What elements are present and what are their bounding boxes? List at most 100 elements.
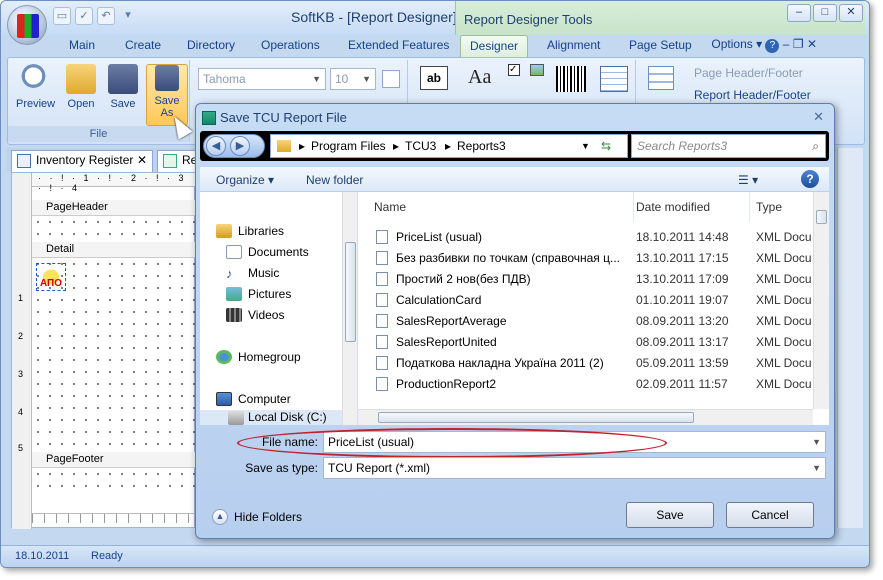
barcode-control-icon[interactable] [556, 66, 586, 92]
horizontal-scroll-thumb[interactable] [378, 412, 694, 423]
dialog-close-button[interactable]: ✕ [813, 109, 824, 125]
column-header-date-modified[interactable]: Date modified [634, 192, 750, 222]
search-input[interactable]: Search Reports3 ⌕ [631, 134, 826, 158]
new-folder-button[interactable]: New folder [306, 173, 363, 187]
minimize-button[interactable]: – [787, 4, 811, 22]
nav-item-computer[interactable]: Computer [216, 392, 291, 406]
search-placeholder: Search Reports3 [637, 139, 728, 153]
nav-item-local-disk[interactable]: Local Disk (C:) [200, 410, 342, 425]
nav-item-documents[interactable]: Documents [226, 245, 309, 259]
qat-new-icon[interactable]: ▭ [53, 7, 71, 25]
qat-check-icon[interactable]: ✓ [75, 7, 93, 25]
vertical-scroll-thumb[interactable] [816, 210, 827, 224]
file-row[interactable]: Податкова накладна Україна 2011 (2) 05.09… [358, 353, 813, 374]
file-row[interactable]: Простий 2 нов(без ПДВ) 13.10.2011 17:09 XM… [358, 269, 813, 290]
nav-item-homegroup[interactable]: Homegroup [216, 350, 301, 364]
file-row[interactable]: ProductionReport2 02.09.2011 11:57 XML Doc… [358, 374, 813, 395]
band-detail[interactable]: Detail [32, 242, 196, 258]
picture-control-icon[interactable] [530, 64, 544, 76]
nav-scrollbar[interactable] [342, 192, 357, 425]
cancel-button[interactable]: Cancel [726, 502, 814, 528]
report-header-footer-button[interactable]: Report Header/Footer [694, 88, 811, 102]
save-dialog-button[interactable]: Save [626, 502, 714, 528]
options-menu[interactable]: Options ▾ ? – ❐ ✕ [711, 37, 817, 53]
forward-arrow-icon[interactable]: ▶ [230, 136, 250, 156]
tab-operations[interactable]: Operations [253, 35, 328, 57]
qat-undo-icon[interactable]: ↶ [97, 7, 115, 25]
breadcrumb-separator[interactable]: ▸ [393, 135, 399, 157]
file-row[interactable]: PriceList (usual) 18.10.2011 14:48 XML Doc… [358, 227, 813, 248]
page-header-footer-button[interactable]: Page Header/Footer [694, 66, 803, 80]
tab-designer[interactable]: Designer [460, 35, 528, 57]
band-page-footer[interactable]: PageFooter [32, 452, 196, 468]
tab-extended-features[interactable]: Extended Features [340, 35, 457, 57]
file-row[interactable]: Без разбивки по точкам (справочная ц... 1… [358, 248, 813, 269]
vruler-mark: 1 [18, 293, 24, 303]
nav-scroll-thumb[interactable] [345, 242, 356, 342]
file-name: CalculationCard [396, 293, 482, 307]
chevron-down-icon[interactable]: ▼ [812, 458, 821, 478]
report-designer-canvas[interactable]: 1 2 3 4 5 · · ! · 1 · ! · 2 · ! · 3 · ! … [11, 172, 196, 529]
band-page-header[interactable]: PageHeader [32, 200, 196, 216]
nav-item-music[interactable]: ♪ Music [226, 266, 279, 281]
breadcrumb[interactable]: ▸ Program Files ▸ TCU3 ▸ Reports3 ▼ ⇆ [270, 134, 628, 158]
properties-panel-edge[interactable] [837, 148, 863, 528]
file-row[interactable]: CalculationCard 01.10.2011 19:07 XML Docu [358, 290, 813, 311]
chevron-down-icon[interactable]: ▼ [581, 135, 590, 157]
help-icon[interactable]: ? [801, 170, 819, 188]
qat-dropdown-icon[interactable]: ▾ [119, 7, 137, 25]
column-header-type[interactable]: Type [750, 192, 820, 222]
back-arrow-icon[interactable]: ◀ [206, 136, 226, 156]
font-size-combo[interactable]: 10 ▼ [330, 68, 376, 90]
refresh-icon[interactable]: ⇆ [601, 135, 611, 157]
open-button[interactable]: Open [62, 64, 100, 110]
column-header-name[interactable]: Name [372, 192, 634, 222]
breadcrumb-separator[interactable]: ▸ [299, 135, 305, 157]
tab-create[interactable]: Create [117, 35, 169, 57]
ribbon-close-icon[interactable]: ✕ [807, 37, 817, 51]
save-button[interactable]: Save [104, 64, 142, 110]
file-list-vertical-scrollbar[interactable] [813, 192, 829, 409]
app-menu-button[interactable] [7, 5, 47, 45]
hide-folders-button[interactable]: ▲ Hide Folders [212, 509, 302, 525]
organize-button[interactable]: Organize ▾ [216, 173, 274, 187]
preview-button[interactable]: Preview [16, 64, 55, 110]
breadcrumb-item-tcu3[interactable]: TCU3 [405, 135, 436, 157]
chevron-down-icon[interactable]: ▼ [812, 432, 821, 452]
doc-tab-second[interactable]: Re [157, 150, 197, 172]
view-options-icon[interactable]: ☰ ▾ [738, 173, 758, 187]
file-row[interactable]: SalesReportAverage 08.09.2011 13:20 XML Do… [358, 311, 813, 332]
nav-item-pictures[interactable]: Pictures [226, 287, 291, 301]
label-control-icon[interactable]: ab [420, 66, 448, 90]
checkbox-control-icon[interactable]: ✓ [508, 64, 520, 76]
text-control-icon[interactable]: Aa [468, 66, 491, 89]
xml-file-icon [376, 251, 388, 265]
nav-item-libraries[interactable]: Libraries [216, 224, 284, 238]
tab-directory[interactable]: Directory [179, 35, 243, 57]
save-type-select[interactable]: TCU Report (*.xml) ▼ [323, 457, 826, 479]
ribbon-minimize-icon[interactable]: – [783, 37, 790, 51]
tab-alignment[interactable]: Alignment [539, 35, 608, 57]
grid-toggle-icon[interactable] [382, 70, 400, 88]
ribbon-restore-icon[interactable]: ❐ [793, 37, 804, 51]
table-control-icon[interactable] [600, 66, 628, 92]
file-list-horizontal-scrollbar[interactable] [358, 409, 813, 425]
designer-hruler-bottom [32, 513, 196, 523]
file-row[interactable]: SalesReportUnited 08.09.2011 13:17 XML Doc… [358, 332, 813, 353]
breadcrumb-separator[interactable]: ▸ [445, 135, 451, 157]
preview-icon [20, 64, 50, 94]
close-icon[interactable]: ✕ [137, 153, 147, 167]
breadcrumb-item-reports3[interactable]: Reports3 [457, 135, 506, 157]
tab-page-setup[interactable]: Page Setup [621, 35, 700, 57]
help-icon[interactable]: ? [765, 39, 780, 53]
maximize-button[interactable]: □ [813, 4, 837, 22]
tab-main[interactable]: Main [61, 35, 103, 57]
quick-access-toolbar: ▭ ✓ ↶ ▾ [53, 7, 137, 27]
font-name-combo[interactable]: Tahoma ▼ [198, 68, 326, 90]
close-button[interactable]: ✕ [839, 4, 863, 22]
file-date: 08.09.2011 13:20 [636, 314, 729, 328]
nav-item-videos[interactable]: Videos [226, 308, 284, 322]
report-logo-element[interactable]: АПО [36, 263, 66, 291]
doc-tab-inventory-register[interactable]: Inventory Register ✕ [11, 150, 153, 172]
breadcrumb-item-program-files[interactable]: Program Files [311, 135, 386, 157]
